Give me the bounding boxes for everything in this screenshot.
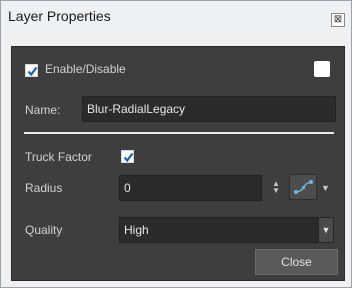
- radius-spinner[interactable]: ▲ ▼: [271, 180, 281, 196]
- section-divider: [24, 132, 334, 134]
- name-input[interactable]: Blur-RadialLegacy: [82, 96, 336, 122]
- spin-down-icon: ▼: [272, 186, 280, 195]
- layer-properties-dialog: Layer Properties ⊠ Enable/Disable Name: …: [0, 0, 352, 288]
- properties-panel: Enable/Disable Name: Blur-RadialLegacy T…: [11, 46, 345, 281]
- close-button[interactable]: Close: [255, 249, 338, 275]
- truck-factor-checkbox[interactable]: [121, 150, 134, 163]
- title-bar: Layer Properties ⊠: [1, 1, 351, 35]
- dialog-title: Layer Properties: [8, 8, 111, 24]
- checkmark-icon: [123, 152, 134, 163]
- layer-color-swatch[interactable]: [314, 61, 330, 77]
- radius-label: Radius: [25, 181, 63, 195]
- function-curve-button[interactable]: [289, 174, 317, 200]
- function-menu-arrow-icon[interactable]: ▼: [321, 183, 330, 193]
- quality-dropdown-button[interactable]: ▼: [318, 217, 334, 243]
- checkmark-icon: [27, 66, 38, 77]
- truck-factor-label: Truck Factor: [25, 150, 92, 164]
- function-curve-icon: [294, 180, 313, 194]
- radius-input[interactable]: 0: [119, 175, 262, 201]
- quality-label: Quality: [25, 223, 63, 237]
- quality-select[interactable]: High: [119, 217, 319, 243]
- close-window-button[interactable]: ⊠: [331, 13, 345, 27]
- name-label: Name:: [25, 103, 61, 117]
- enable-disable-checkbox[interactable]: [25, 64, 38, 77]
- chevron-down-icon: ▼: [321, 225, 331, 235]
- close-icon: ⊠: [333, 14, 343, 25]
- enable-disable-label: Enable/Disable: [45, 62, 126, 76]
